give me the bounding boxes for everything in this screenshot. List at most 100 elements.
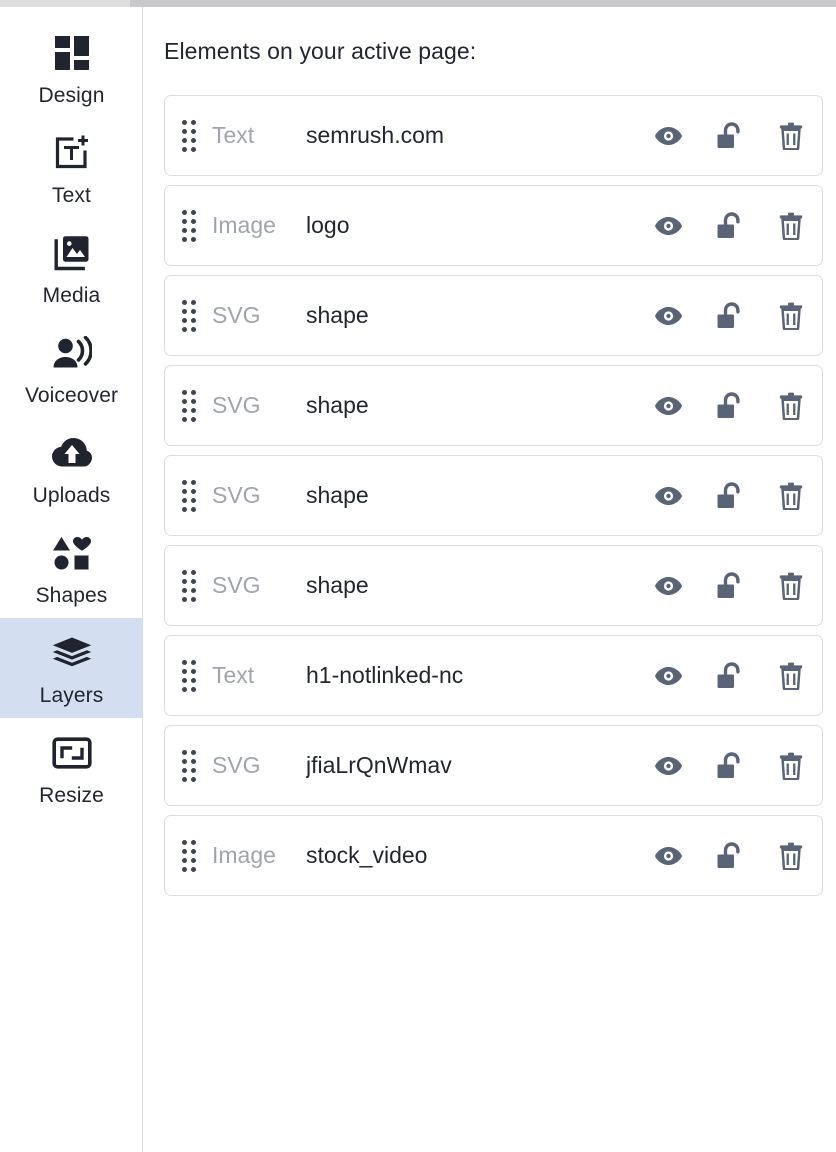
layer-row-actions	[655, 481, 804, 510]
sidebar-item-shapes[interactable]: Shapes	[0, 518, 143, 618]
sidebar-item-layers[interactable]: Layers	[0, 618, 143, 718]
toggle-visibility-button[interactable]	[655, 752, 682, 780]
layer-row[interactable]: SVG shape	[164, 455, 823, 536]
layer-type-label: SVG	[212, 572, 261, 598]
toggle-lock-button[interactable]	[716, 301, 743, 330]
layer-name-label: jfiaLrQnWmav	[306, 752, 452, 778]
layer-row-actions	[655, 121, 804, 150]
layer-name-label: shape	[306, 482, 369, 508]
shapes-icon	[49, 531, 95, 575]
eye-icon	[655, 216, 682, 236]
toggle-visibility-button[interactable]	[655, 662, 682, 690]
layer-row[interactable]: SVG jfiaLrQnWmav	[164, 725, 823, 806]
sidebar-item-media[interactable]: Media	[0, 218, 143, 318]
toggle-visibility-button[interactable]	[655, 572, 682, 600]
layer-row-actions	[655, 751, 804, 780]
sidebar-item-resize[interactable]: Resize	[0, 718, 143, 818]
layer-type-label: SVG	[212, 752, 261, 778]
toggle-lock-button[interactable]	[716, 571, 743, 600]
sidebar-item-design[interactable]: Design	[0, 18, 143, 118]
toggle-lock-button[interactable]	[716, 481, 743, 510]
trash-icon	[779, 392, 803, 420]
delete-layer-button[interactable]	[777, 662, 804, 690]
unlock-icon	[717, 661, 743, 690]
drag-handle-icon[interactable]	[182, 388, 196, 424]
eye-icon	[655, 126, 682, 146]
unlock-icon	[717, 841, 743, 870]
toggle-lock-button[interactable]	[716, 211, 743, 240]
delete-layer-button[interactable]	[777, 482, 804, 510]
sidebar-item-uploads[interactable]: Uploads	[0, 418, 143, 518]
grid-blocks-icon	[49, 31, 95, 75]
drag-handle-icon[interactable]	[182, 658, 196, 694]
drag-handle-icon[interactable]	[182, 478, 196, 514]
toggle-lock-button[interactable]	[716, 391, 743, 420]
eye-icon	[655, 396, 682, 416]
sidebar-item-voiceover[interactable]: Voiceover	[0, 318, 143, 418]
drag-handle-icon[interactable]	[182, 568, 196, 604]
layer-type-label: SVG	[212, 482, 261, 508]
layer-row[interactable]: Text h1-notlinked-nc	[164, 635, 823, 716]
delete-layer-button[interactable]	[777, 392, 804, 420]
eye-icon	[655, 756, 682, 776]
trash-icon	[779, 752, 803, 780]
eye-icon	[655, 486, 682, 506]
trash-icon	[779, 122, 803, 150]
layers-panel: Elements on your active page: Text semrus…	[143, 0, 836, 1152]
sidebar-item-label: Layers	[39, 683, 104, 707]
layer-row-actions	[655, 661, 804, 690]
sidebar-item-label: Voiceover	[24, 383, 119, 407]
layer-row[interactable]: Image logo	[164, 185, 823, 266]
toggle-visibility-button[interactable]	[655, 212, 682, 240]
eye-icon	[655, 306, 682, 326]
sidebar-item-label: Uploads	[32, 483, 111, 507]
trash-icon	[779, 662, 803, 690]
resize-frame-icon	[49, 731, 95, 775]
delete-layer-button[interactable]	[777, 302, 804, 330]
toggle-visibility-button[interactable]	[655, 842, 682, 870]
delete-layer-button[interactable]	[777, 212, 804, 240]
unlock-icon	[717, 571, 743, 600]
image-stack-icon	[49, 231, 95, 275]
toggle-visibility-button[interactable]	[655, 122, 682, 150]
trash-icon	[779, 212, 803, 240]
layer-name-label: shape	[306, 392, 369, 418]
sidebar-item-label: Design	[38, 83, 105, 107]
delete-layer-button[interactable]	[777, 752, 804, 780]
toggle-visibility-button[interactable]	[655, 392, 682, 420]
layer-row[interactable]: SVG shape	[164, 545, 823, 626]
add-text-icon	[49, 131, 95, 175]
layer-type-label: Text	[212, 662, 255, 688]
page-title: Elements on your active page:	[164, 38, 477, 64]
toggle-visibility-button[interactable]	[655, 482, 682, 510]
toggle-lock-button[interactable]	[716, 661, 743, 690]
layer-row[interactable]: Text semrush.com	[164, 95, 823, 176]
eye-icon	[655, 666, 682, 686]
layer-name-label: shape	[306, 302, 369, 328]
delete-layer-button[interactable]	[777, 572, 804, 600]
delete-layer-button[interactable]	[777, 122, 804, 150]
top-scrollbar-track-left	[0, 0, 130, 7]
layer-row[interactable]: SVG shape	[164, 275, 823, 356]
drag-handle-icon[interactable]	[182, 208, 196, 244]
sidebar-item-text[interactable]: Text	[0, 118, 143, 218]
layer-type-label: Image	[212, 212, 276, 238]
toggle-visibility-button[interactable]	[655, 302, 682, 330]
layer-list: Text semrush.com Image logo SVG shape SV…	[164, 95, 823, 896]
toggle-lock-button[interactable]	[716, 121, 743, 150]
layer-name-label: semrush.com	[306, 122, 445, 148]
unlock-icon	[717, 211, 743, 240]
drag-handle-icon[interactable]	[182, 118, 196, 154]
drag-handle-icon[interactable]	[182, 298, 196, 334]
layer-row-actions	[655, 301, 804, 330]
layer-row[interactable]: SVG shape	[164, 365, 823, 446]
drag-handle-icon[interactable]	[182, 838, 196, 874]
drag-handle-icon[interactable]	[182, 748, 196, 784]
cloud-upload-icon	[49, 431, 95, 475]
toggle-lock-button[interactable]	[716, 751, 743, 780]
layers-stack-icon	[49, 631, 95, 675]
layer-row[interactable]: Image stock_video	[164, 815, 823, 896]
layer-name-label: stock_video	[306, 842, 428, 868]
toggle-lock-button[interactable]	[716, 841, 743, 870]
delete-layer-button[interactable]	[777, 842, 804, 870]
